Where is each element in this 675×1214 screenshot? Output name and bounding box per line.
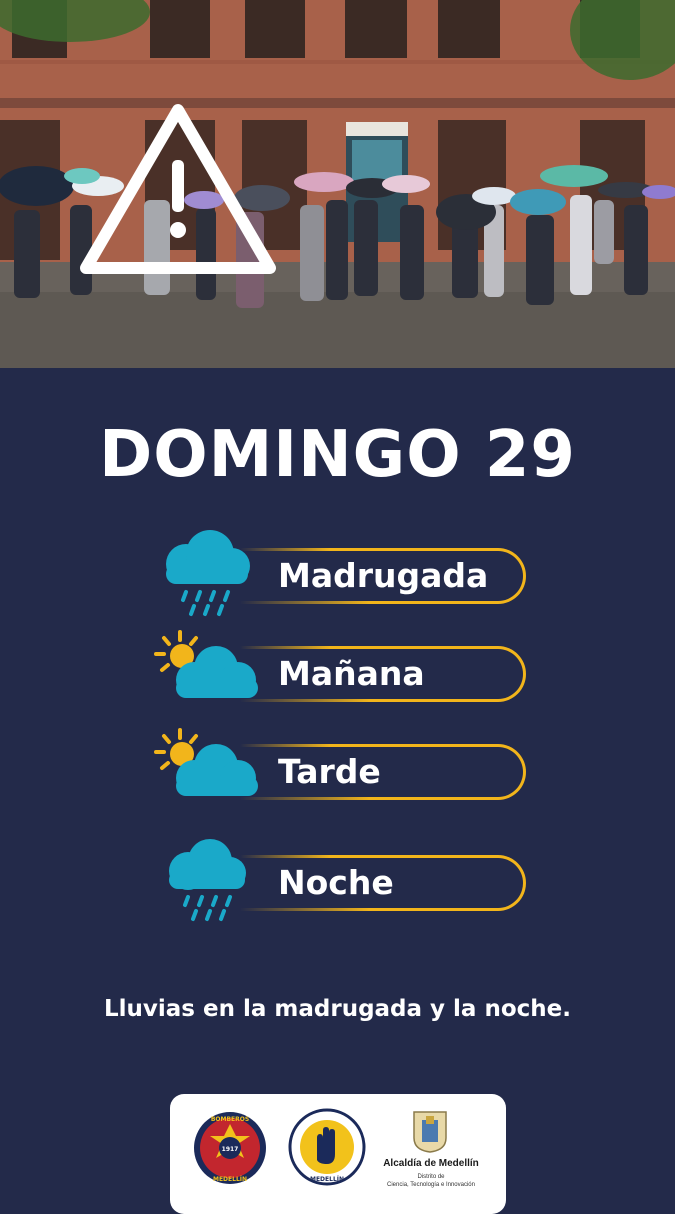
- sun-behind-cloud-icon: [154, 630, 258, 698]
- alcaldia-shield-logo: [413, 1111, 447, 1153]
- page-title: DOMINGO 29: [99, 418, 576, 492]
- bomberos-year-text: 1917: [222, 1146, 239, 1153]
- bomberos-bottom-text: MEDELLÍN: [213, 1175, 247, 1183]
- forecast-row-noche: Noche: [150, 839, 540, 925]
- forecast-label: Mañana: [278, 654, 425, 693]
- forecast-row-tarde: Tarde: [150, 728, 540, 814]
- forecast-summary: Lluvias en la madrugada y la noche.: [104, 996, 571, 1022]
- alcaldia-subtitle-line-2: Ciencia, Tecnología e Innovación: [387, 1182, 475, 1188]
- forecast-label: Tarde: [278, 752, 381, 791]
- sun-behind-cloud-icon: [154, 728, 258, 796]
- footer-logos: BOMBEROS 1917 MEDELLÍN MEDELLÍN Alcaldía…: [170, 1094, 506, 1214]
- cloud-rain-icon: [169, 839, 246, 921]
- alcaldia-name: Alcaldía de Medellín: [383, 1158, 479, 1169]
- alcaldia-subtitle: Distrito de Ciencia, Tecnología e Innova…: [366, 1173, 496, 1189]
- forecast-row-manana: Mañana: [150, 630, 540, 716]
- cloud-rain-icon: [166, 530, 250, 616]
- header-photo: [0, 0, 675, 368]
- alcaldia-subtitle-line-1: Distrito de: [417, 1174, 445, 1180]
- bomberos-logo: BOMBEROS 1917 MEDELLÍN: [194, 1112, 266, 1184]
- forecast-label: Noche: [278, 863, 394, 902]
- dagrd-bottom-text: MEDELLÍN: [310, 1175, 344, 1183]
- forecast-label: Madrugada: [278, 556, 489, 595]
- bomberos-top-text: BOMBEROS: [211, 1116, 249, 1123]
- street-photo: [0, 0, 675, 368]
- forecast-row-madrugada: Madrugada: [150, 530, 540, 618]
- dagrd-logo: MEDELLÍN: [288, 1108, 366, 1186]
